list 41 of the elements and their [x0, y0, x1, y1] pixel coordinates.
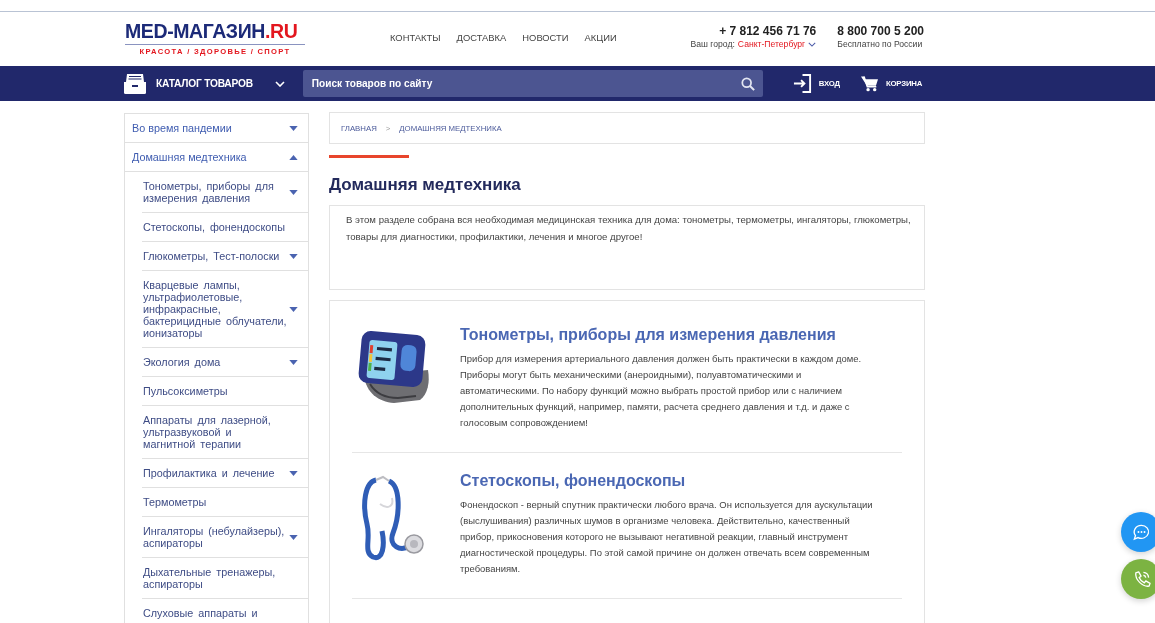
sidebar-item[interactable]: Пульсоксиметры: [142, 377, 308, 406]
nav-link[interactable]: АКЦИИ: [584, 32, 617, 43]
search-field[interactable]: Поиск товаров по сайту: [302, 70, 763, 97]
phone-number: 8 800 700 5 200: [837, 25, 924, 38]
category-link[interactable]: Стетоскопы, фонендоскопы: [460, 471, 878, 491]
cart-icon: [860, 75, 878, 92]
nav-link[interactable]: ДОСТАВКА: [456, 32, 507, 43]
sidebar-item[interactable]: Слуховые аппараты и: [142, 599, 308, 623]
chevron-down-icon: [274, 80, 285, 87]
login-icon: [792, 74, 812, 93]
search-icon[interactable]: [740, 76, 755, 91]
chevron-down-icon: [808, 42, 817, 47]
sidebar-item[interactable]: Ингаляторы (небулайзеры), аспираторы: [142, 517, 308, 558]
city-selector[interactable]: Санкт-Петербург: [737, 39, 817, 50]
category-description: Фонендоскоп - верный спутник практически любого врача. Он используется для аускультации (выслушивания) различных шумов в организме человека. Действительно, качественный прибор, прикосновения которого не вызывают негативной реакции, главный инструмент диагностической процедуры. По этой самой причине он должен отвечать всем современным требованиям.: [460, 498, 874, 576]
sidebar-item[interactable]: Стетоскопы, фонендоскопы: [142, 213, 308, 242]
call-button[interactable]: [1121, 559, 1155, 599]
phone-note: Бесплатно по России: [837, 39, 924, 50]
nav-link[interactable]: НОВОСТИ: [522, 32, 569, 43]
logo-wordmark[interactable]: MED-МАГАЗИН.RU: [125, 20, 305, 45]
category-description: Прибор для измерения артериального давления должен быть практически в каждом доме. Приборы могут быть механическими (анероидными), полуавтоматическими и автоматическими. По набору функций можно выбрать простой прибор или с наличием дополнительных функций, например, памяти, расчета среднего давления и т.д. и даже с голосовым сопровождением!: [460, 352, 863, 430]
chat-icon: [1131, 522, 1151, 542]
catalog-button[interactable]: КАТАЛОГ ТОВАРОВ: [123, 73, 285, 94]
sidebar-item[interactable]: Экология дома: [142, 348, 308, 377]
nav-link[interactable]: КОНТАКТЫ: [390, 32, 441, 43]
sidebar-item[interactable]: Тонометры, приборы для измерения давления: [142, 172, 308, 213]
sidebar-item[interactable]: Термометры: [142, 488, 308, 517]
sidebar-item[interactable]: Кварцевые лампы, ультрафиолетовые, инфракрасные, бактерицидные облучатели, ионизаторы: [142, 271, 308, 348]
sidebar-item[interactable]: Дыхательные тренажеры, аспираторы: [142, 558, 308, 599]
intro-text: В этом разделе собрана вся необходимая медицинская техника для дома: тонометры, термометры, ингаляторы, глюкометры, товары для диагностики, профилактики, лечения и многое другое!: [346, 213, 912, 244]
sidebar-item[interactable]: Профилактика и лечение: [142, 459, 308, 488]
sidebar-item[interactable]: Домашняя медтехника: [125, 143, 308, 172]
sidebar-item[interactable]: Глюкометры, Тест-полоски: [142, 242, 308, 271]
sidebar-item[interactable]: Во время пандемии: [125, 114, 308, 143]
page-title: Домашняя медтехника: [329, 175, 522, 195]
sidebar-item[interactable]: Аппараты для лазерной, ультразвуковой и магнитной терапии: [142, 406, 308, 459]
chat-button[interactable]: [1121, 512, 1155, 552]
phone-number: + 7 812 456 71 76: [719, 25, 817, 38]
category-link[interactable]: Тонометры, приборы для измерения давления: [460, 325, 878, 345]
drawer-icon: [123, 73, 147, 94]
city-label: Ваш город:: [690, 39, 735, 50]
